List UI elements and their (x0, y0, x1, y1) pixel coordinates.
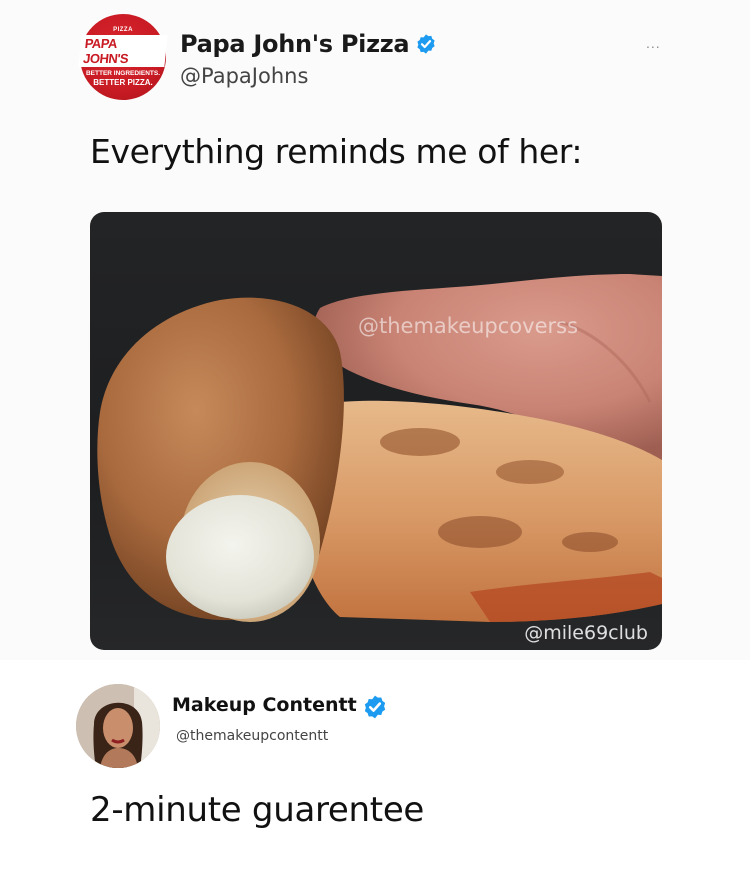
logo-pizza-label: PIZZA (113, 27, 133, 33)
avatar-portrait (76, 684, 160, 768)
author-name[interactable]: Papa John's Pizza (180, 30, 410, 58)
image-watermark-corner: @mile69club (524, 622, 648, 644)
tweet-text: Everything reminds me of her: (90, 132, 583, 171)
logo-tagline-1: BETTER INGREDIENTS. (85, 70, 161, 77)
reply-author-handle[interactable]: @themakeupcontentt (176, 728, 328, 744)
author-name-row[interactable]: Papa John's Pizza (180, 30, 437, 58)
verified-badge-icon (417, 34, 435, 54)
reply-text: 2-minute guarentee (90, 790, 425, 830)
tweet-image[interactable]: @themakeupcoverss @mile69club (90, 212, 662, 650)
pizza-hand-illustration (97, 274, 662, 622)
papa-johns-avatar[interactable]: PIZZA PAPA JOHN'S BETTER INGREDIENTS. BE… (78, 14, 168, 100)
verified-badge-icon (364, 695, 386, 719)
author-handle[interactable]: @PapaJohns (180, 64, 308, 88)
makeup-contentt-avatar[interactable] (76, 684, 160, 768)
reply-author-name[interactable]: Makeup Contentt (172, 694, 357, 716)
more-options-icon[interactable]: ... (646, 35, 661, 51)
image-watermark-center: @themakeupcoverss (358, 314, 579, 338)
logo-tagline-2: BETTER PIZZA. (93, 78, 153, 87)
logo-brand: PAPA JOHN'S (78, 35, 168, 67)
